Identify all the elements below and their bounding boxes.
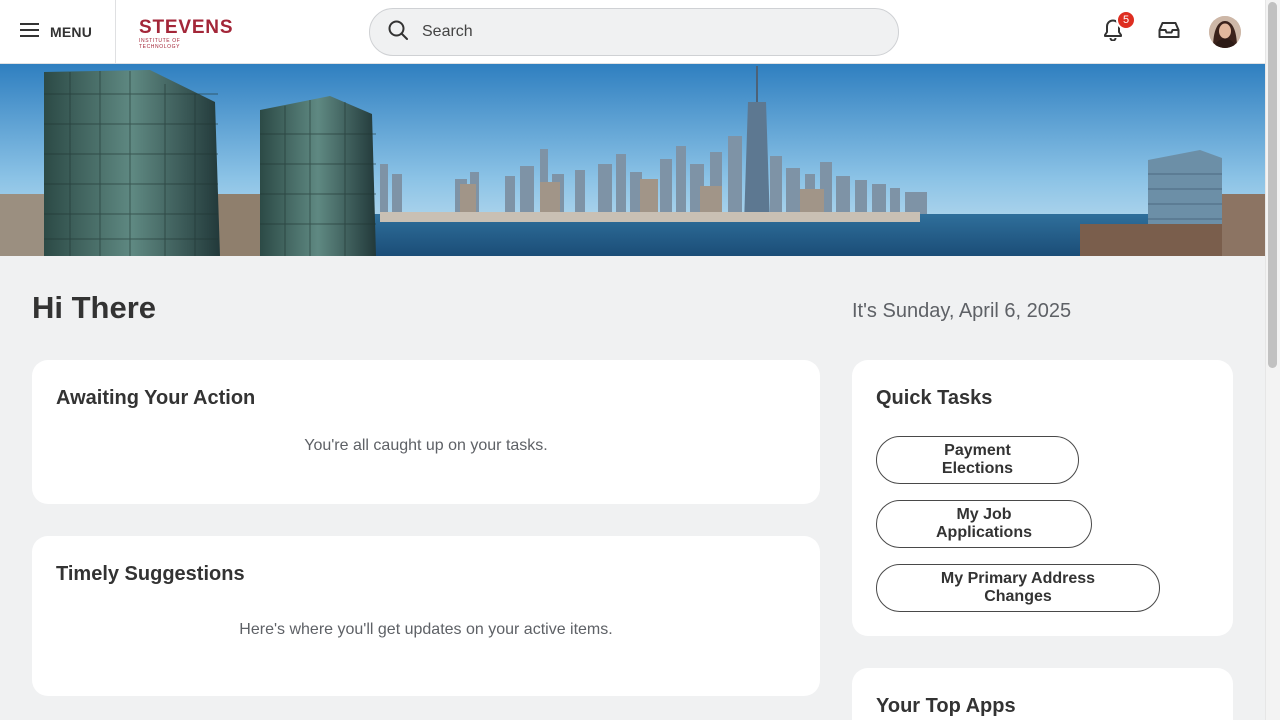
stevens-logo[interactable]: STEVENS INSTITUTE OF TECHNOLOGY xyxy=(139,17,234,50)
my-job-applications-button[interactable]: My Job Applications xyxy=(876,500,1092,548)
menu-label: MENU xyxy=(50,24,93,40)
inbox-icon xyxy=(1158,21,1180,44)
user-avatar[interactable] xyxy=(1209,16,1241,48)
awaiting-action-card: Awaiting Your Action You're all caught u… xyxy=(32,360,820,504)
quick-tasks-card: Quick Tasks Payment Elections My Job App… xyxy=(852,360,1233,636)
menu-button[interactable]: MENU xyxy=(0,0,116,64)
my-primary-address-changes-button[interactable]: My Primary Address Changes xyxy=(876,564,1160,612)
payment-elections-button[interactable]: Payment Elections xyxy=(876,436,1079,484)
hero-banner-image xyxy=(0,64,1265,256)
search-icon xyxy=(388,20,408,45)
hamburger-icon xyxy=(20,22,39,42)
timely-suggestions-message: Here's where you'll get updates on your … xyxy=(239,621,613,638)
logo-subtitle: INSTITUTE OF TECHNOLOGY xyxy=(139,38,181,50)
notification-badge: 5 xyxy=(1116,10,1136,30)
page-scrollbar-thumb[interactable] xyxy=(1268,2,1277,368)
awaiting-action-message: You're all caught up on your tasks. xyxy=(304,437,548,454)
inbox-button[interactable] xyxy=(1149,12,1189,52)
logo-wordmark: STEVENS xyxy=(139,17,234,38)
awaiting-action-title: Awaiting Your Action xyxy=(56,387,256,409)
search-input[interactable] xyxy=(422,23,862,41)
timely-suggestions-card: Timely Suggestions Here's where you'll g… xyxy=(32,536,820,696)
timely-suggestions-title: Timely Suggestions xyxy=(56,563,245,585)
current-date: It's Sunday, April 6, 2025 xyxy=(852,300,1072,322)
top-bar: MENU STEVENS INSTITUTE OF TECHNOLOGY 5 xyxy=(0,0,1265,64)
search-bar[interactable] xyxy=(369,8,899,56)
top-apps-card: Your Top Apps xyxy=(852,668,1233,720)
top-apps-title: Your Top Apps xyxy=(876,695,1016,717)
quick-tasks-title: Quick Tasks xyxy=(876,387,993,409)
greeting-heading: Hi There xyxy=(32,290,157,325)
